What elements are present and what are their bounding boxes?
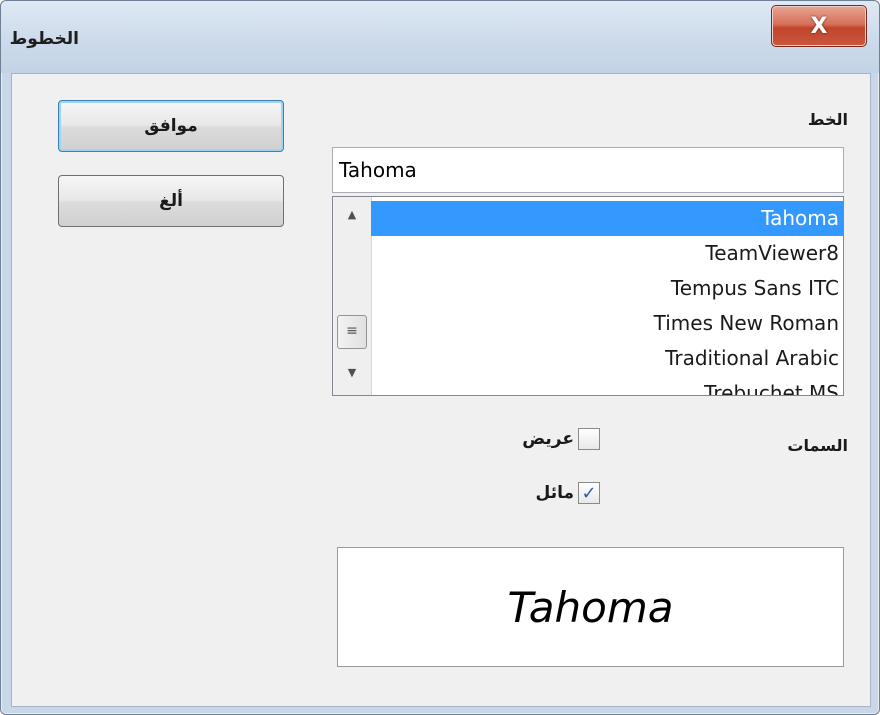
dialog-title: الخطوط [9,29,79,49]
font-list[interactable]: ▲ ≡ ▼ Tahoma TeamViewer8 Tempus Sans ITC Ti… [332,196,844,396]
font-label: الخط [807,110,848,129]
font-list-item[interactable]: Tahoma [371,201,843,236]
scroll-up-icon[interactable]: ▲ [344,207,360,223]
italic-option[interactable]: ✓ مائل [536,482,600,504]
font-list-item[interactable]: TeamViewer8 [371,236,843,271]
bold-label[interactable]: عريض [522,429,574,449]
title-bar[interactable]: الخطوط X [1,1,879,73]
attributes-label: السمات [787,436,848,455]
dialog-content: موافق ألغ الخط ▲ ≡ ▼ TahomaTeamViewer8Te… [11,73,871,707]
bold-checkbox[interactable] [578,428,600,450]
font-preview: Tahoma [337,547,844,667]
scroll-thumb[interactable]: ≡ [337,315,367,349]
close-button[interactable]: X [771,5,867,47]
fonts-dialog: الخطوط X موافق ألغ الخط ▲ ≡ ▼ TahomaTeam… [0,0,880,715]
font-list-item[interactable]: Times New Roman [371,306,843,341]
font-name-input[interactable] [332,147,844,193]
font-list-items: Tahoma TeamViewer8 Tempus Sans ITC Times Ne… [371,201,843,395]
bold-option[interactable]: عريض [522,428,600,450]
scroll-down-icon[interactable]: ▼ [344,365,360,381]
preview-text: Tahoma [507,582,674,632]
italic-label[interactable]: مائل [536,483,574,503]
font-list-item[interactable]: Tempus Sans ITC [371,271,843,306]
font-list-scrollbar[interactable]: ▲ ≡ ▼ [333,197,372,395]
ok-button[interactable]: موافق [58,100,284,152]
cancel-button[interactable]: ألغ [58,175,284,227]
italic-checkbox[interactable]: ✓ [578,482,600,504]
close-icon: X [810,13,828,39]
font-list-item[interactable]: Trebuchet MS [371,376,843,395]
font-list-item[interactable]: Traditional Arabic [371,341,843,376]
